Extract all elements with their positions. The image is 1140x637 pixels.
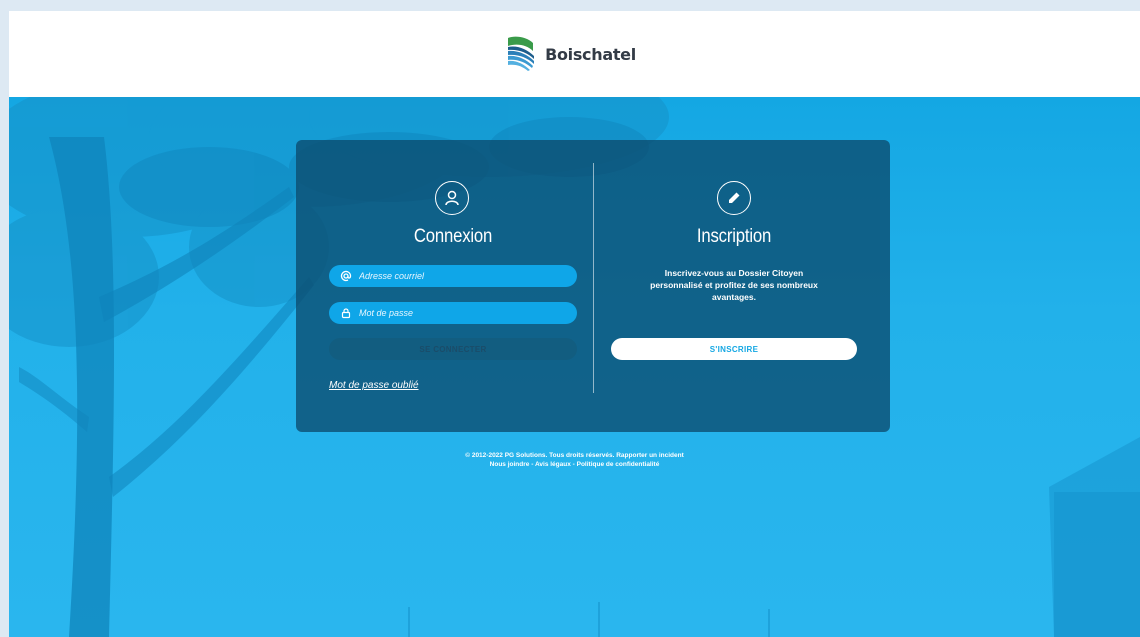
- signup-section: Inscription Inscrivez-vous au Dossier Ci…: [610, 140, 858, 432]
- brand[interactable]: Boischatel: [505, 34, 636, 74]
- signup-title: Inscription: [696, 226, 772, 247]
- login-button[interactable]: SE CONNECTER: [329, 338, 577, 360]
- lock-icon: [339, 306, 353, 320]
- email-field-wrapper: [329, 265, 577, 287]
- auth-card: Connexion Adresse courriel SE CONNECTER …: [296, 140, 890, 432]
- at-icon: [339, 269, 353, 283]
- pencil-icon: [717, 181, 751, 215]
- signup-description: Inscrivez-vous au Dossier Citoyen person…: [650, 268, 818, 302]
- hero-background: Connexion Adresse courriel SE CONNECTER …: [9, 97, 1140, 637]
- brand-name: Boischatel: [545, 44, 636, 64]
- boischatel-logo-icon: [508, 36, 535, 71]
- report-incident-link[interactable]: Rapporter un incident: [616, 452, 684, 459]
- top-header: Boischatel: [9, 11, 1140, 97]
- password-field-wrapper: [329, 302, 577, 324]
- user-icon: [435, 181, 469, 215]
- footer: © 2012-2022 PG Solutions. Tous droits ré…: [9, 451, 1140, 469]
- forgot-password-link[interactable]: Mot de passe oublié: [329, 380, 419, 391]
- signup-button[interactable]: S'INSCRIRE: [611, 338, 857, 360]
- login-title: Connexion: [413, 226, 493, 247]
- browser-viewport: Boischatel Connexion Adresse courriel SE…: [9, 11, 1140, 637]
- privacy-policy-link[interactable]: Politique de confidentialité: [577, 461, 660, 468]
- password-input[interactable]: [359, 308, 559, 318]
- footer-line-1: © 2012-2022 PG Solutions. Tous droits ré…: [9, 451, 1140, 460]
- copyright-text: © 2012-2022 PG Solutions. Tous droits ré…: [465, 452, 615, 459]
- section-divider: [593, 163, 594, 393]
- contact-link[interactable]: Nous joindre: [490, 461, 530, 468]
- legal-notice-link[interactable]: Avis légaux: [535, 461, 571, 468]
- email-input[interactable]: [359, 271, 559, 281]
- login-section: Connexion Adresse courriel SE CONNECTER …: [329, 140, 577, 432]
- footer-line-2: Nous joindre - Avis légaux - Politique d…: [9, 460, 1140, 469]
